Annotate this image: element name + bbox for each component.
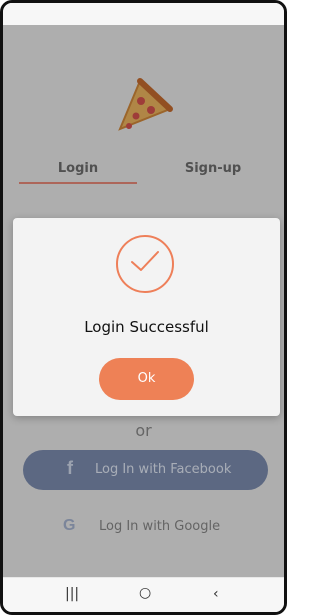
checkmark-icon [131, 251, 159, 271]
dialog-title: Login Successful [84, 318, 209, 336]
back-button[interactable]: ‹ [213, 586, 219, 602]
phone-frame: Login Sign-up or f Log In with Facebook … [0, 0, 287, 615]
recent-apps-button[interactable]: ||| [65, 586, 79, 602]
home-button[interactable]: ○ [139, 585, 151, 601]
status-bar [3, 3, 284, 26]
success-check-icon [116, 235, 174, 293]
ok-button[interactable]: Ok [99, 358, 194, 400]
android-navigation-bar: ||| ○ ‹ [3, 577, 284, 612]
success-dialog: Login Successful Ok [13, 218, 280, 416]
